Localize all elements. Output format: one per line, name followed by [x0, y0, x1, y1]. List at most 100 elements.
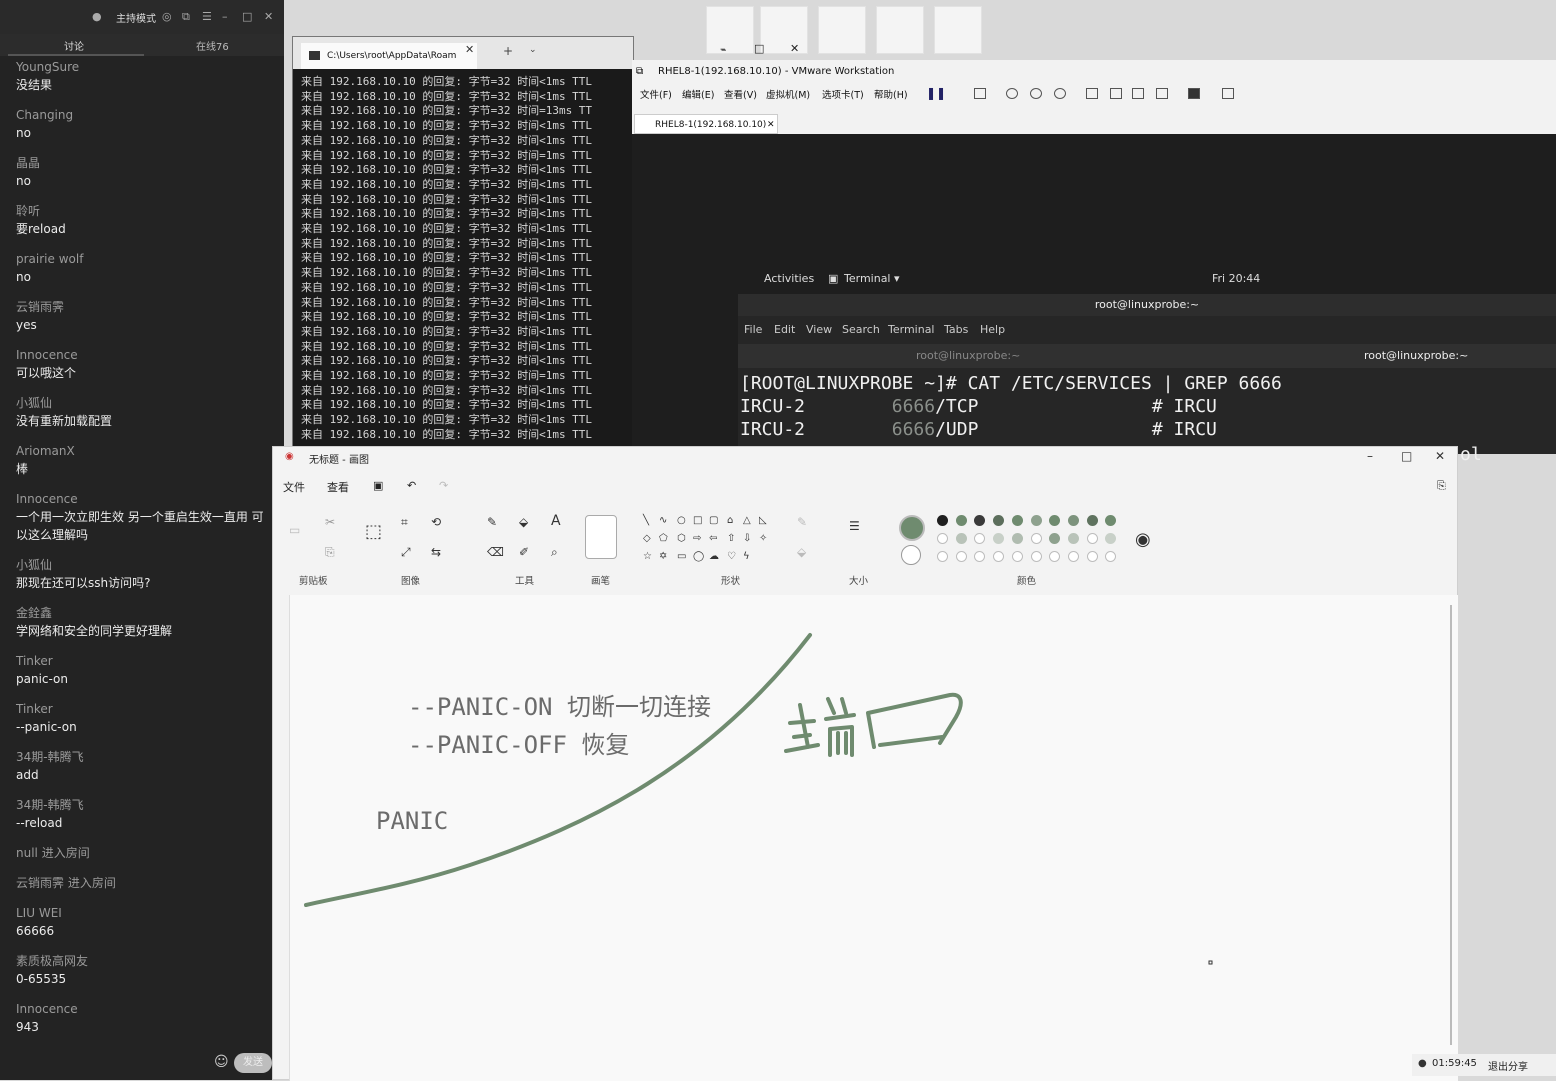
palette-swatch[interactable]	[1105, 533, 1117, 544]
menu-tabs[interactable]: 选项卡(T)	[822, 87, 864, 101]
maximize-icon[interactable]: □	[1401, 449, 1412, 463]
custom-color-slot[interactable]	[1030, 551, 1042, 562]
select-icon[interactable]: ⬚	[365, 521, 382, 542]
palette-swatch[interactable]	[1030, 515, 1042, 526]
terminal-app-menu[interactable]: Terminal ▾	[844, 272, 900, 285]
menu-icon[interactable]: ☰	[202, 10, 212, 23]
pause-icon[interactable]: ❚❚	[926, 86, 946, 100]
custom-color-slot[interactable]	[937, 551, 948, 562]
paint-canvas[interactable]: --PANIC-ON 切断一切连接 --PANIC-OFF 恢复 PANIC	[289, 595, 1458, 1081]
rectangle-shape-icon[interactable]: □	[693, 515, 702, 526]
magnifier-icon[interactable]: ⌕	[551, 545, 558, 560]
custom-color-slot[interactable]	[974, 551, 986, 562]
palette-swatch[interactable]	[993, 515, 1005, 526]
chevron-down-icon[interactable]: ⌄	[529, 45, 537, 55]
crop-icon[interactable]: ⌗	[401, 515, 408, 530]
palette-swatch[interactable]	[1049, 515, 1061, 526]
palette-swatch[interactable]	[1086, 533, 1098, 544]
palette-swatch[interactable]	[937, 533, 948, 544]
send-ctrl-alt-del-icon[interactable]	[974, 88, 986, 99]
hexagon-shape-icon[interactable]: ⬡	[677, 533, 686, 544]
oval-shape-icon[interactable]: ○	[677, 515, 686, 526]
undo-icon[interactable]: ↶	[407, 479, 416, 492]
custom-color-slot[interactable]	[1067, 551, 1079, 562]
paste-icon[interactable]: ▭	[289, 523, 300, 537]
palette-swatch[interactable]	[974, 533, 986, 544]
maximize-icon[interactable]: □	[754, 42, 764, 55]
shapes-gallery[interactable]	[637, 511, 777, 571]
palette-swatch[interactable]	[1067, 533, 1079, 544]
palette-swatch[interactable]	[937, 515, 948, 526]
heart-shape-icon[interactable]: ♡	[727, 551, 736, 562]
redo-icon[interactable]: ↷	[439, 479, 448, 492]
menu-file[interactable]: 文件(F)	[640, 87, 672, 101]
palette-swatch[interactable]	[1105, 515, 1117, 526]
edit-colors-icon[interactable]: ◉	[1135, 529, 1151, 550]
emoji-icon[interactable]: ☺	[214, 1054, 229, 1070]
snapshot-restore-icon[interactable]	[1030, 88, 1042, 99]
fill-icon[interactable]: ⬙	[519, 515, 528, 529]
minimize-icon[interactable]: –	[720, 42, 726, 55]
stretch-icon[interactable]	[1222, 88, 1234, 99]
color1-swatch[interactable]	[899, 515, 925, 541]
five-point-star-shape-icon[interactable]: ☆	[643, 551, 652, 562]
palette-swatch[interactable]	[955, 533, 967, 544]
library-icon[interactable]	[1086, 88, 1098, 99]
terminal-tab[interactable]: root@linuxprobe:~	[1364, 349, 1468, 362]
custom-color-slot[interactable]	[955, 551, 967, 562]
callout-oval-shape-icon[interactable]: ◯	[693, 551, 704, 562]
close-tab-icon[interactable]: ✕	[465, 43, 474, 56]
down-arrow-shape-icon[interactable]: ⇩	[743, 533, 751, 544]
menu-vm[interactable]: 虚拟机(M)	[766, 87, 810, 101]
minimize-icon[interactable]: –	[1367, 449, 1373, 463]
menu-terminal[interactable]: Terminal	[888, 323, 935, 336]
new-tab-icon[interactable]: +	[503, 44, 513, 58]
terminal-tab[interactable]: root@linuxprobe:~	[916, 349, 1020, 362]
exit-share-button[interactable]: 退出分享	[1488, 1058, 1528, 1073]
color-picker-icon[interactable]: ✐	[519, 545, 529, 559]
menu-search[interactable]: Search	[842, 323, 880, 336]
clock[interactable]: Fri 20:44	[1212, 272, 1260, 285]
console-view-icon[interactable]	[1188, 88, 1200, 99]
color2-swatch[interactable]	[901, 545, 921, 565]
curve-shape-icon[interactable]: ∿	[659, 515, 667, 526]
menu-view[interactable]: 查看(V)	[724, 87, 757, 101]
popout-icon[interactable]: ⧉	[182, 10, 190, 24]
diamond-shape-icon[interactable]: ◇	[643, 533, 651, 544]
copy-icon[interactable]: ⎘	[325, 545, 335, 560]
close-icon[interactable]: ✕	[1435, 449, 1445, 463]
menu-file[interactable]: File	[744, 323, 762, 336]
right-triangle-shape-icon[interactable]: ◺	[759, 515, 767, 526]
custom-color-slot[interactable]	[993, 551, 1005, 562]
palette-swatch[interactable]	[1011, 533, 1023, 544]
tab-discussion[interactable]: 讨论	[64, 38, 84, 53]
callout-rect-shape-icon[interactable]: ▭	[677, 551, 686, 562]
tab-online[interactable]: 在线76	[196, 38, 229, 53]
flip-icon[interactable]: ⇆	[431, 545, 441, 559]
unity-icon[interactable]	[1156, 88, 1168, 99]
resize-icon[interactable]: ⤢	[401, 545, 411, 560]
fill-style-icon[interactable]: ⬙	[797, 545, 806, 559]
custom-color-slot[interactable]	[1011, 551, 1023, 562]
right-arrow-shape-icon[interactable]: ⇨	[693, 533, 701, 544]
polygon-shape-icon[interactable]: ⌂	[727, 515, 733, 526]
four-point-star-shape-icon[interactable]: ✧	[759, 533, 767, 544]
eraser-icon[interactable]: ⌫	[487, 545, 504, 559]
line-shape-icon[interactable]: ╲	[643, 515, 649, 526]
palette-swatch[interactable]	[974, 515, 986, 526]
fullscreen-icon[interactable]	[1132, 88, 1144, 99]
palette-swatch[interactable]	[1067, 515, 1079, 526]
menu-file[interactable]: 文件	[283, 479, 305, 495]
menu-edit[interactable]: 编辑(E)	[682, 87, 714, 101]
lightning-shape-icon[interactable]: ϟ	[743, 551, 750, 562]
snapshot-manager-icon[interactable]	[1054, 88, 1066, 99]
close-icon[interactable]: ✕	[790, 42, 799, 55]
terminal-tab[interactable]: C:\Users\root\AppData\Roam	[301, 43, 477, 69]
menu-view[interactable]: 查看	[327, 479, 349, 495]
six-point-star-shape-icon[interactable]: ✡	[659, 551, 667, 562]
custom-color-slot[interactable]	[1086, 551, 1098, 562]
text-icon[interactable]: A	[551, 513, 561, 529]
palette-swatch[interactable]	[1030, 533, 1042, 544]
close-tab-icon[interactable]: ✕	[767, 115, 775, 135]
outline-icon[interactable]: ✎	[797, 515, 807, 529]
